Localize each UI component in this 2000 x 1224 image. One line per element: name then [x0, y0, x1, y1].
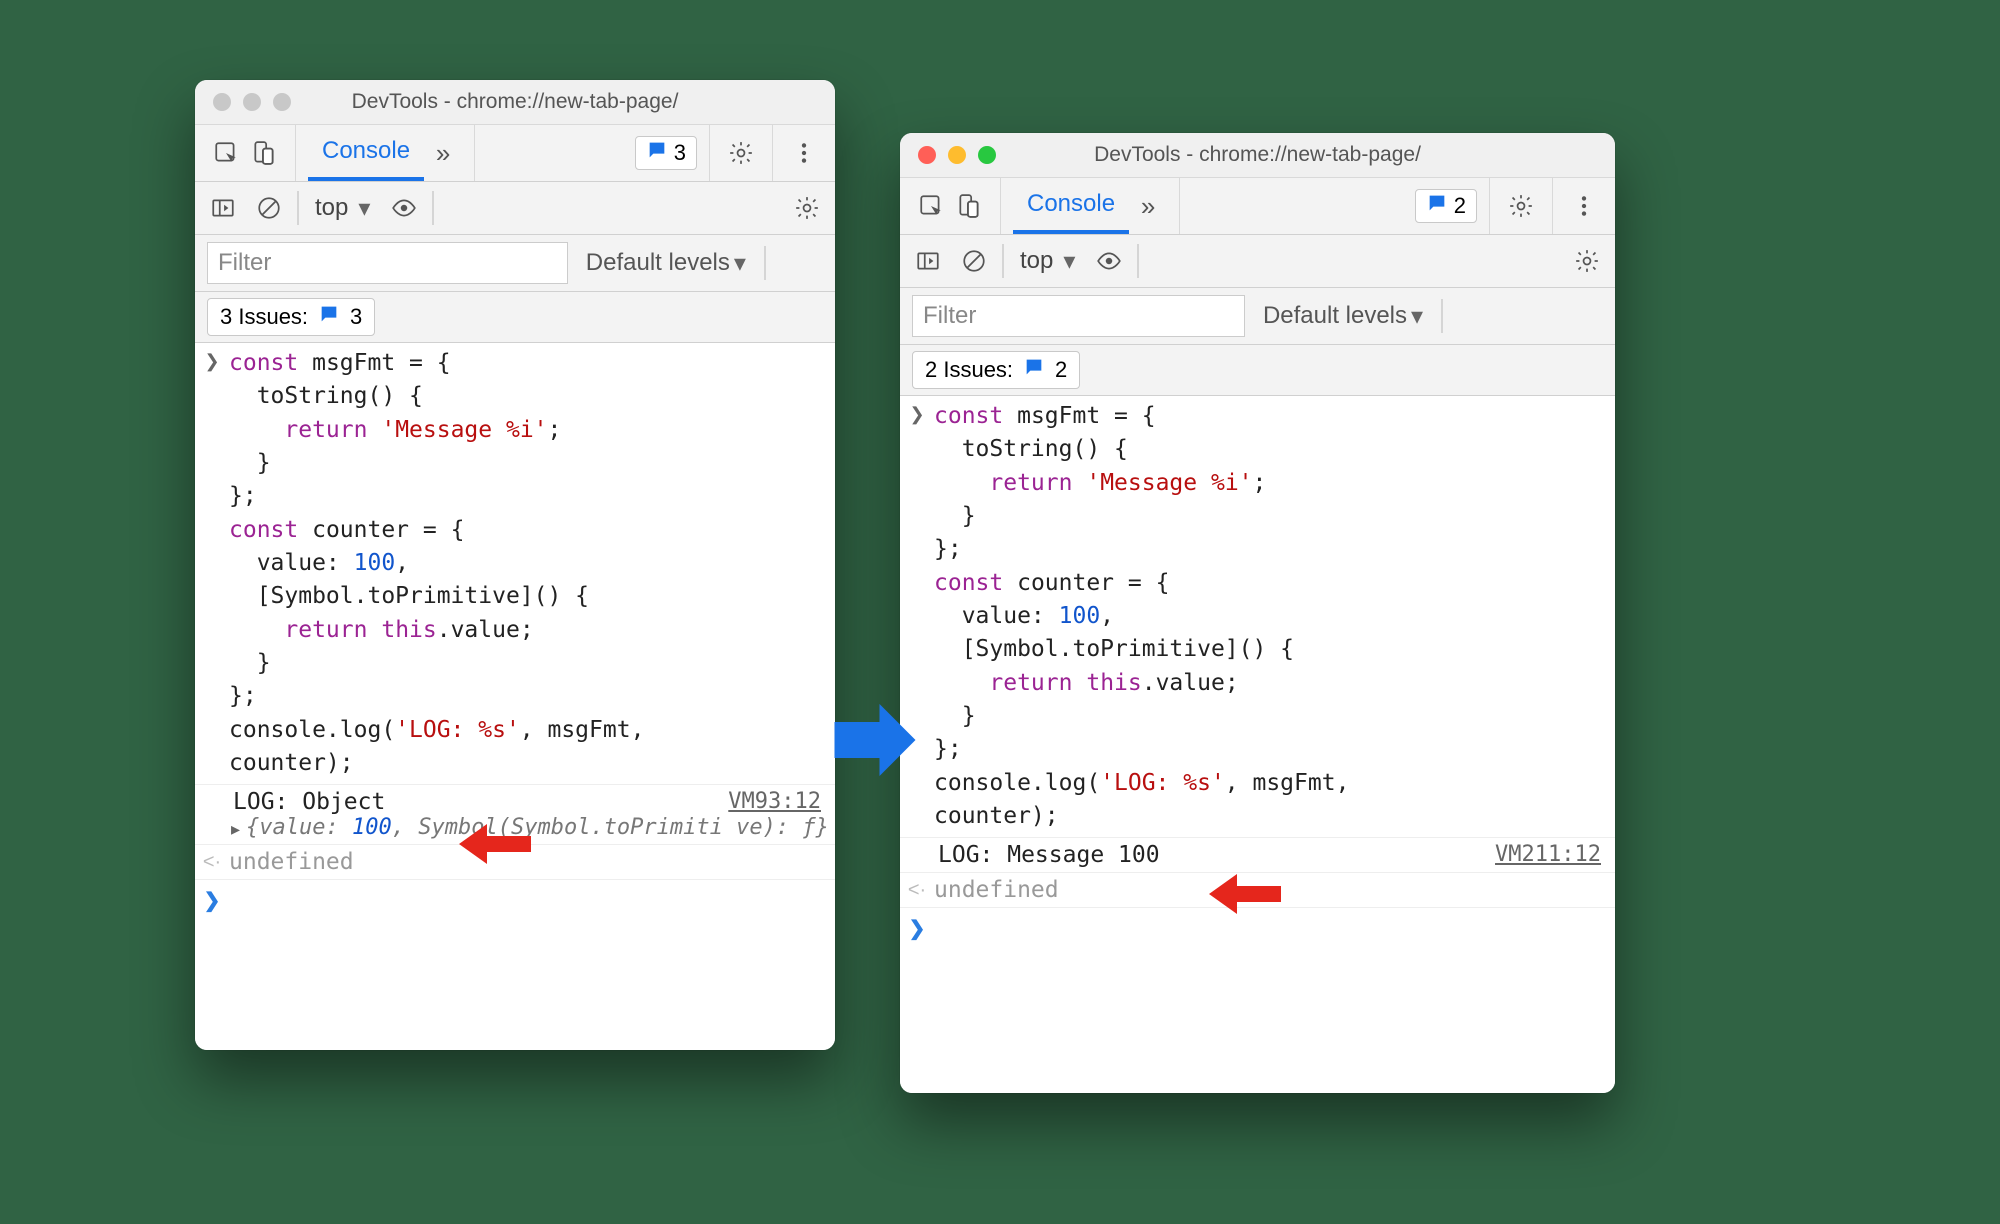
issues-strip: 3 Issues: 3 [195, 292, 835, 343]
callout-arrow-right-icon [1205, 870, 1285, 918]
issues-chip-count: 3 [350, 304, 362, 330]
inspect-element-icon[interactable] [912, 178, 950, 234]
object-preview[interactable]: {value: 100, Symbol(Symbol.toPrimiti ve)… [246, 815, 829, 840]
prompt-chevron-icon: ❯ [900, 912, 934, 941]
sidebar-toggle-icon[interactable] [910, 243, 946, 279]
issues-chip-label: 2 Issues: [925, 357, 1013, 383]
issues-icon [1426, 192, 1448, 220]
issues-pill[interactable]: 2 [1415, 189, 1477, 223]
device-toggle-icon[interactable] [950, 178, 988, 234]
divider [297, 191, 299, 225]
more-tabs-icon[interactable]: » [424, 125, 462, 181]
settings-gear-icon[interactable] [722, 125, 760, 181]
close-dot[interactable] [918, 146, 936, 164]
source-link[interactable]: VM211:12 [1495, 842, 1601, 867]
console-settings-gear-icon[interactable] [789, 190, 825, 226]
kebab-menu-icon[interactable] [785, 125, 823, 181]
expand-chevron-icon[interactable]: ▸ [229, 815, 246, 840]
filter-bar: Filter Default levels [900, 288, 1615, 345]
context-bar: top [900, 235, 1615, 288]
console-input-row[interactable]: ❯ const msgFmt = { toString() { return '… [195, 343, 835, 785]
tab-console[interactable]: Console [308, 125, 424, 181]
traffic-lights[interactable] [918, 146, 996, 164]
kebab-menu-icon[interactable] [1565, 178, 1603, 234]
console-body: ❯ const msgFmt = { toString() { return '… [900, 396, 1615, 1093]
zoom-dot[interactable] [273, 93, 291, 111]
filter-input[interactable]: Filter [912, 295, 1245, 337]
clear-console-icon[interactable] [251, 190, 287, 226]
code-block: const msgFmt = { toString() { return 'Me… [229, 347, 835, 780]
console-body: ❯ const msgFmt = { toString() { return '… [195, 343, 835, 1050]
devtools-window-left: DevTools - chrome://new-tab-page/ Consol… [195, 80, 835, 1050]
main-toolbar: Console » 2 [900, 178, 1615, 235]
levels-dropdown[interactable]: Default levels [586, 249, 746, 278]
sidebar-toggle-icon[interactable] [205, 190, 241, 226]
issues-icon [1023, 356, 1045, 384]
minimize-dot[interactable] [948, 146, 966, 164]
undefined-value: undefined [934, 877, 1059, 903]
divider [1137, 244, 1139, 278]
inspect-element-icon[interactable] [207, 125, 245, 181]
issues-pill-count: 3 [674, 140, 686, 166]
console-settings-gear-icon[interactable] [1569, 243, 1605, 279]
live-expression-eye-icon[interactable] [386, 190, 422, 226]
device-toggle-icon[interactable] [245, 125, 283, 181]
titlebar[interactable]: DevTools - chrome://new-tab-page/ [900, 133, 1615, 178]
main-toolbar: Console » 3 [195, 125, 835, 182]
gutter [195, 789, 229, 793]
input-chevron-icon: ❯ [900, 400, 934, 425]
more-tabs-icon[interactable]: » [1129, 178, 1167, 234]
context-bar: top [195, 182, 835, 235]
filter-bar: Filter Default levels [195, 235, 835, 292]
live-expression-eye-icon[interactable] [1091, 243, 1127, 279]
callout-arrow-left-icon [455, 820, 535, 868]
issues-pill-count: 2 [1454, 193, 1466, 219]
settings-gear-icon[interactable] [1502, 178, 1540, 234]
source-link[interactable]: VM93:12 [728, 789, 821, 814]
issues-pill[interactable]: 3 [635, 136, 697, 170]
code-block: const msgFmt = { toString() { return 'Me… [934, 400, 1615, 833]
window-title: DevTools - chrome://new-tab-page/ [900, 143, 1615, 167]
divider [432, 191, 434, 225]
close-dot[interactable] [213, 93, 231, 111]
canvas: DevTools - chrome://new-tab-page/ Consol… [0, 0, 2000, 1224]
input-chevron-icon: ❯ [195, 347, 229, 372]
issues-icon [318, 303, 340, 331]
tab-console[interactable]: Console [1013, 178, 1129, 234]
context-selector[interactable]: top [309, 194, 376, 223]
console-prompt-row[interactable]: ❯ [195, 880, 835, 917]
transition-arrow-icon [830, 695, 920, 785]
traffic-lights[interactable] [213, 93, 291, 111]
context-selector[interactable]: top [1014, 247, 1081, 276]
console-input-row[interactable]: ❯ const msgFmt = { toString() { return '… [900, 396, 1615, 838]
levels-dropdown[interactable]: Default levels [1263, 302, 1423, 331]
issues-chip[interactable]: 3 Issues: 3 [207, 298, 375, 336]
clear-console-icon[interactable] [956, 243, 992, 279]
return-arrow-icon: <· [900, 877, 934, 902]
console-log-row[interactable]: VM211:12 LOG: Message 100 [900, 838, 1615, 873]
devtools-window-right: DevTools - chrome://new-tab-page/ Consol… [900, 133, 1615, 1093]
prompt-chevron-icon: ❯ [195, 884, 229, 913]
undefined-value: undefined [229, 849, 354, 875]
issues-chip-count: 2 [1055, 357, 1067, 383]
issues-strip: 2 Issues: 2 [900, 345, 1615, 396]
zoom-dot[interactable] [978, 146, 996, 164]
issues-chip-label: 3 Issues: [220, 304, 308, 330]
issues-icon [646, 139, 668, 167]
divider [764, 246, 766, 280]
issues-chip[interactable]: 2 Issues: 2 [912, 351, 1080, 389]
titlebar[interactable]: DevTools - chrome://new-tab-page/ [195, 80, 835, 125]
window-title: DevTools - chrome://new-tab-page/ [195, 90, 835, 114]
return-arrow-icon: <· [195, 849, 229, 874]
gutter [900, 842, 934, 846]
divider [1002, 244, 1004, 278]
filter-input[interactable]: Filter [207, 242, 568, 284]
divider [1441, 299, 1443, 333]
minimize-dot[interactable] [243, 93, 261, 111]
